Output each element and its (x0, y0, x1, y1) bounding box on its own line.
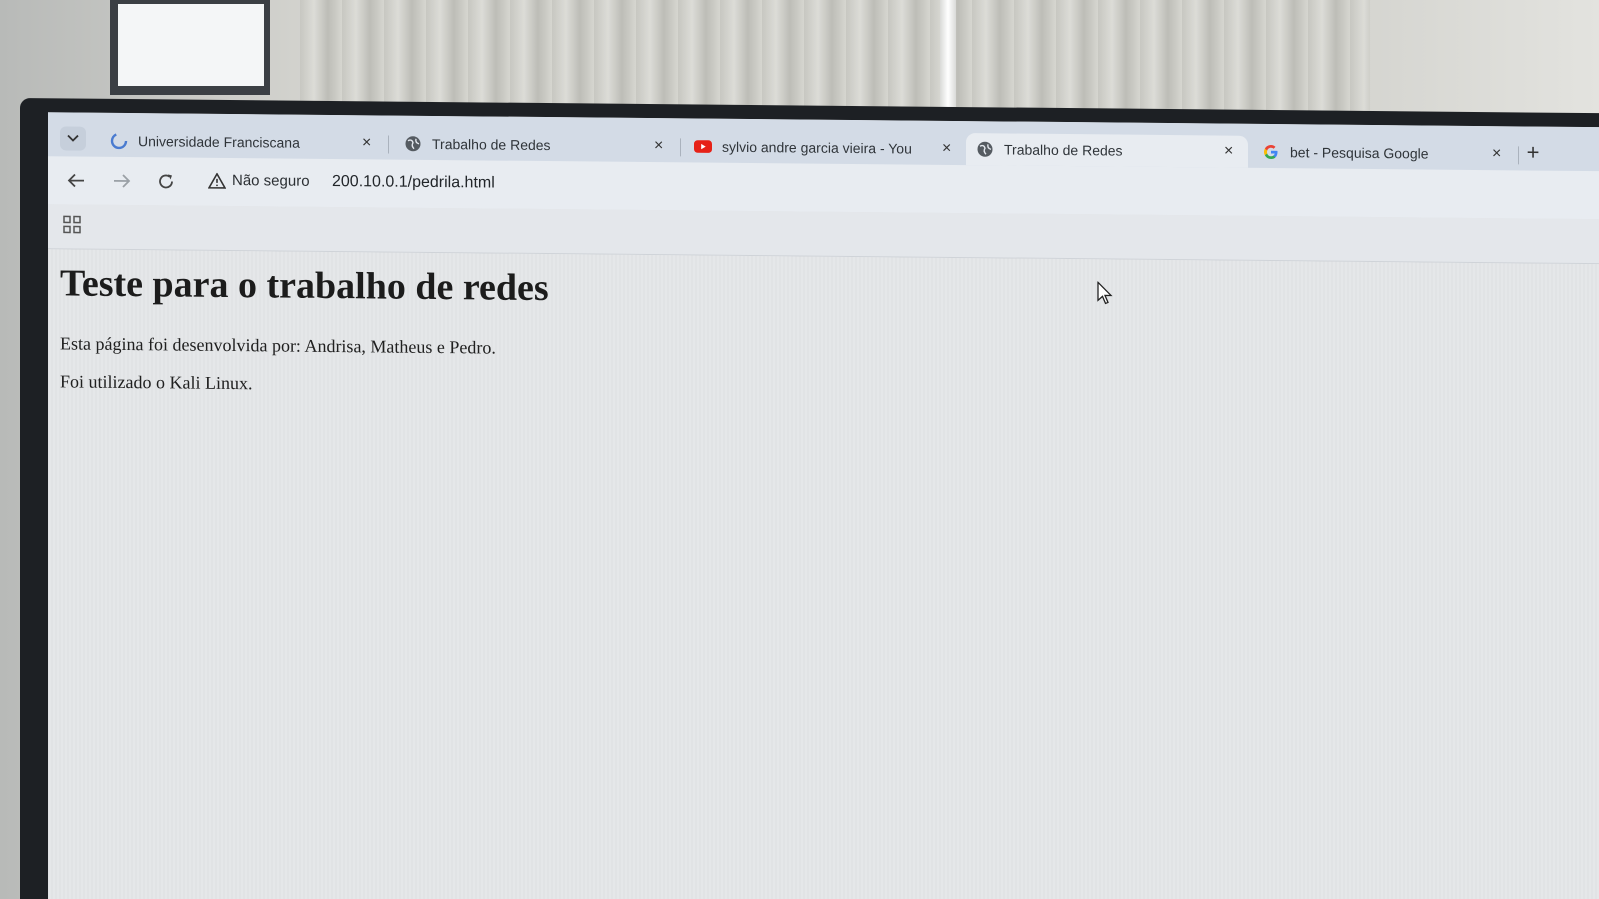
window (110, 0, 270, 95)
security-indicator[interactable]: Não seguro (208, 172, 310, 190)
new-tab-button[interactable]: + (1522, 139, 1544, 164)
tab-google-search[interactable]: bet - Pesquisa Google × (1252, 136, 1516, 171)
photo-background: Universidade Franciscana × Trabalho de R… (0, 0, 1599, 899)
tab-close-icon[interactable]: × (1224, 143, 1238, 161)
tab-close-icon[interactable]: × (654, 137, 668, 155)
tab-search-button[interactable] (60, 126, 86, 151)
window-glass (118, 4, 264, 86)
back-button[interactable] (64, 168, 88, 192)
tab-close-icon[interactable]: × (942, 140, 956, 158)
security-label: Não seguro (232, 172, 310, 190)
youtube-icon (694, 137, 712, 155)
arrow-left-icon (67, 173, 84, 188)
mouse-cursor-icon (1097, 281, 1113, 305)
reload-button[interactable] (154, 169, 178, 193)
tab-trabalho-de-redes-active[interactable]: Trabalho de Redes × (966, 133, 1248, 168)
globe-icon (976, 140, 994, 158)
os-paragraph: Foi utilizado o Kali Linux. (60, 371, 253, 394)
globe-icon (404, 135, 422, 153)
address-bar[interactable]: 200.10.0.1/pedrila.html (332, 173, 495, 193)
tab-close-icon[interactable]: × (1492, 145, 1506, 163)
warning-icon (208, 172, 226, 189)
loading-icon (110, 132, 128, 150)
google-icon (1262, 143, 1280, 161)
tab-youtube[interactable]: sylvio andre garcia vieira - You × (684, 130, 966, 165)
page-title: Teste para o trabalho de redes (60, 262, 549, 310)
arrow-right-icon (114, 174, 131, 188)
tab-close-icon[interactable]: × (362, 134, 376, 152)
page-content: Teste para o trabalho de redes Esta pági… (48, 249, 1599, 899)
tab-separator (1518, 146, 1519, 165)
authors-paragraph: Esta página foi desenvolvida por: Andris… (60, 333, 496, 358)
reload-icon (159, 174, 173, 189)
tab-separator (680, 138, 681, 157)
forward-button[interactable] (110, 169, 134, 193)
tab-universidade-franciscana[interactable]: Universidade Franciscana × (100, 125, 386, 160)
tab-trabalho-de-redes-1[interactable]: Trabalho de Redes × (394, 128, 678, 163)
monitor-bezel: Universidade Franciscana × Trabalho de R… (20, 98, 1599, 899)
tab-title: sylvio andre garcia vieira - You (722, 138, 912, 157)
tab-title: Trabalho de Redes (1004, 141, 1123, 159)
apps-icon[interactable] (62, 214, 82, 234)
tab-title: Universidade Franciscana (138, 133, 300, 151)
tab-separator (388, 135, 389, 154)
tab-title: Trabalho de Redes (432, 135, 551, 154)
browser-window: Universidade Franciscana × Trabalho de R… (48, 112, 1599, 899)
light-fixture (940, 0, 956, 110)
chevron-down-icon (67, 134, 79, 142)
tab-title: bet - Pesquisa Google (1290, 144, 1429, 162)
